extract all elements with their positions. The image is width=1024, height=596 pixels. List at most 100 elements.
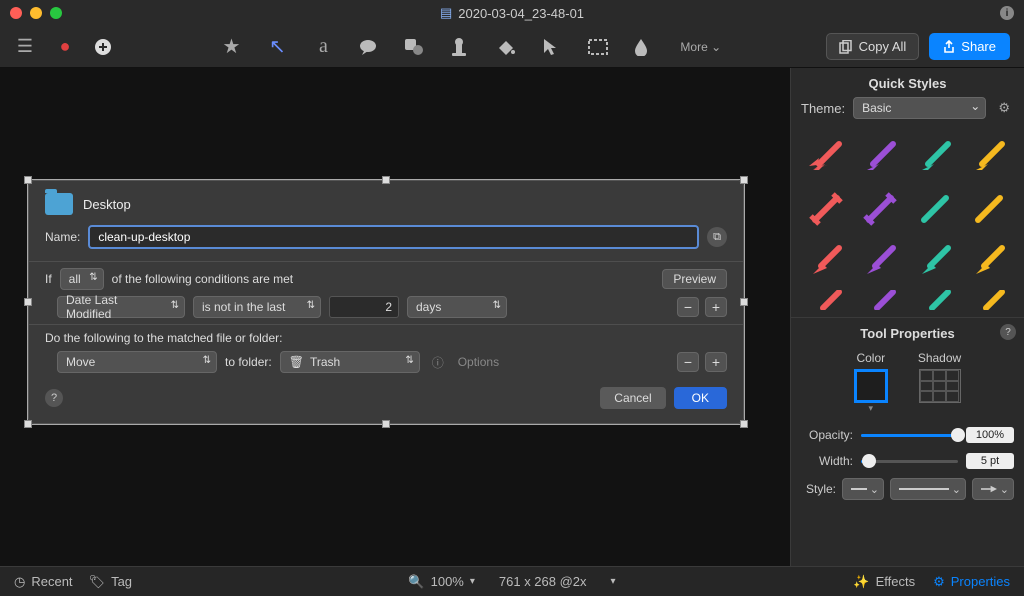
rule-name-input[interactable] <box>88 225 699 249</box>
resize-handle[interactable] <box>24 298 32 306</box>
copy-name-icon[interactable]: ⧉ <box>707 227 727 247</box>
folder-icon <box>45 193 73 215</box>
style-line-yellow[interactable] <box>962 183 1016 235</box>
selected-object[interactable]: Desktop Name: ⧉ If all of the following … <box>28 180 744 424</box>
opacity-value[interactable]: 100% <box>966 427 1014 443</box>
resize-handle[interactable] <box>24 176 32 184</box>
toolbar: ☰ ● ★ ↖ a More ⌄ <box>0 26 1024 68</box>
theme-select[interactable]: Basic <box>853 97 986 119</box>
recent-button[interactable]: ◷Recent <box>14 574 73 590</box>
dims-chevron-icon[interactable]: ▾ <box>611 576 616 587</box>
window-title: ▤ 2020-03-04_23-48-01 <box>440 5 584 21</box>
properties-tab[interactable]: ⚙Properties <box>933 574 1010 590</box>
style-arrow-purple[interactable] <box>853 131 907 183</box>
resize-handle[interactable] <box>382 176 390 184</box>
resize-handle[interactable] <box>740 298 748 306</box>
style-partial-purple[interactable] <box>853 287 907 313</box>
style-arrow-red[interactable] <box>799 131 853 183</box>
favorite-tool-icon[interactable]: ★ <box>220 34 242 59</box>
remove-action-button[interactable]: − <box>677 352 699 372</box>
resize-handle[interactable] <box>740 176 748 184</box>
remove-condition-button[interactable]: − <box>677 297 699 317</box>
add-action-button[interactable]: + <box>705 352 727 372</box>
style-pen-purple[interactable] <box>853 235 907 287</box>
style-partial-teal[interactable] <box>908 287 962 313</box>
cond-scope-select[interactable]: all <box>60 268 104 290</box>
preview-button[interactable]: Preview <box>662 269 727 289</box>
resize-handle[interactable] <box>24 420 32 428</box>
width-value[interactable]: 5 pt <box>966 453 1014 469</box>
minimize-window[interactable] <box>30 7 42 19</box>
clock-icon: ◷ <box>14 574 25 590</box>
width-label: Width: <box>801 454 853 468</box>
style-line-teal[interactable] <box>908 183 962 235</box>
ok-button[interactable]: OK <box>674 387 727 409</box>
more-tools[interactable]: More ⌄ <box>680 40 721 54</box>
options-info-icon[interactable]: ⓘ <box>432 354 444 371</box>
zoom-window[interactable] <box>50 7 62 19</box>
action-verb-select[interactable]: Move <box>57 351 217 373</box>
shadow-picker[interactable] <box>919 369 961 403</box>
line-start-select[interactable] <box>842 478 884 500</box>
document-icon: ▤ <box>440 5 452 21</box>
style-pen-red[interactable] <box>799 235 853 287</box>
cond-unit-select[interactable]: days <box>407 296 507 318</box>
color-swatch[interactable] <box>854 369 888 403</box>
name-label: Name: <box>45 230 80 244</box>
effects-tab[interactable]: ✨Effects <box>853 574 915 590</box>
style-line-purple[interactable] <box>853 183 907 235</box>
add-icon[interactable] <box>94 38 116 56</box>
style-arrow-yellow[interactable] <box>962 131 1016 183</box>
blur-tool-icon[interactable] <box>634 38 656 56</box>
quick-styles-grid <box>791 127 1024 317</box>
width-slider[interactable] <box>861 452 958 470</box>
menu-icon[interactable]: ☰ <box>14 36 36 57</box>
info-icon[interactable]: i <box>1000 6 1014 20</box>
style-partial-red[interactable] <box>799 287 853 313</box>
options-label: Options <box>458 355 499 369</box>
add-condition-button[interactable]: + <box>705 297 727 317</box>
marquee-tool-icon[interactable] <box>588 39 610 55</box>
tag-button[interactable]: 🏷Tag <box>89 574 132 590</box>
window-title-text: 2020-03-04_23-48-01 <box>458 6 584 21</box>
cursor-tool-icon[interactable] <box>542 37 564 57</box>
tool-help-icon[interactable]: ? <box>1000 324 1016 340</box>
cond-operator-select[interactable]: is not in the last <box>193 296 321 318</box>
copy-all-button[interactable]: Copy All <box>826 33 920 60</box>
fill-tool-icon[interactable] <box>496 38 518 56</box>
shadow-label: Shadow <box>918 351 961 365</box>
close-window[interactable] <box>10 7 22 19</box>
canvas[interactable]: Desktop Name: ⧉ If all of the following … <box>0 68 790 566</box>
callout-tool-icon[interactable] <box>358 38 380 56</box>
action-destination-select[interactable]: 🗑Trash <box>280 351 420 373</box>
style-line-red[interactable] <box>799 183 853 235</box>
resize-handle[interactable] <box>382 420 390 428</box>
style-partial-yellow[interactable] <box>962 287 1016 313</box>
action-instruction: Do the following to the matched file or … <box>45 331 727 345</box>
pointer-tool-icon[interactable]: ↖ <box>266 34 288 59</box>
dialog-folder-title: Desktop <box>83 197 131 212</box>
text-tool-icon[interactable]: a <box>312 35 334 58</box>
sidebar: Quick Styles Theme: Basic ⚙ <box>790 68 1024 566</box>
style-pen-yellow[interactable] <box>962 235 1016 287</box>
share-icon <box>943 40 955 54</box>
gear-icon[interactable]: ⚙ <box>994 100 1014 116</box>
opacity-slider[interactable] <box>861 426 958 444</box>
record-icon[interactable]: ● <box>54 36 76 57</box>
line-style-select[interactable] <box>890 478 966 500</box>
resize-handle[interactable] <box>740 420 748 428</box>
style-pen-teal[interactable] <box>908 235 962 287</box>
zoom-control[interactable]: 🔍100% ▾ <box>408 574 474 590</box>
style-arrow-teal[interactable] <box>908 131 962 183</box>
cancel-button[interactable]: Cancel <box>600 387 665 409</box>
help-icon[interactable]: ? <box>45 389 63 407</box>
stamp-tool-icon[interactable] <box>450 37 472 57</box>
cond-value-input[interactable] <box>329 296 399 318</box>
shape-tool-icon[interactable] <box>404 38 426 56</box>
line-end-select[interactable] <box>972 478 1014 500</box>
window-controls <box>10 7 62 19</box>
share-button[interactable]: Share <box>929 33 1010 60</box>
tool-properties-title: Tool Properties <box>791 324 1024 347</box>
theme-label: Theme: <box>801 101 845 116</box>
cond-attribute-select[interactable]: Date Last Modified <box>57 296 185 318</box>
